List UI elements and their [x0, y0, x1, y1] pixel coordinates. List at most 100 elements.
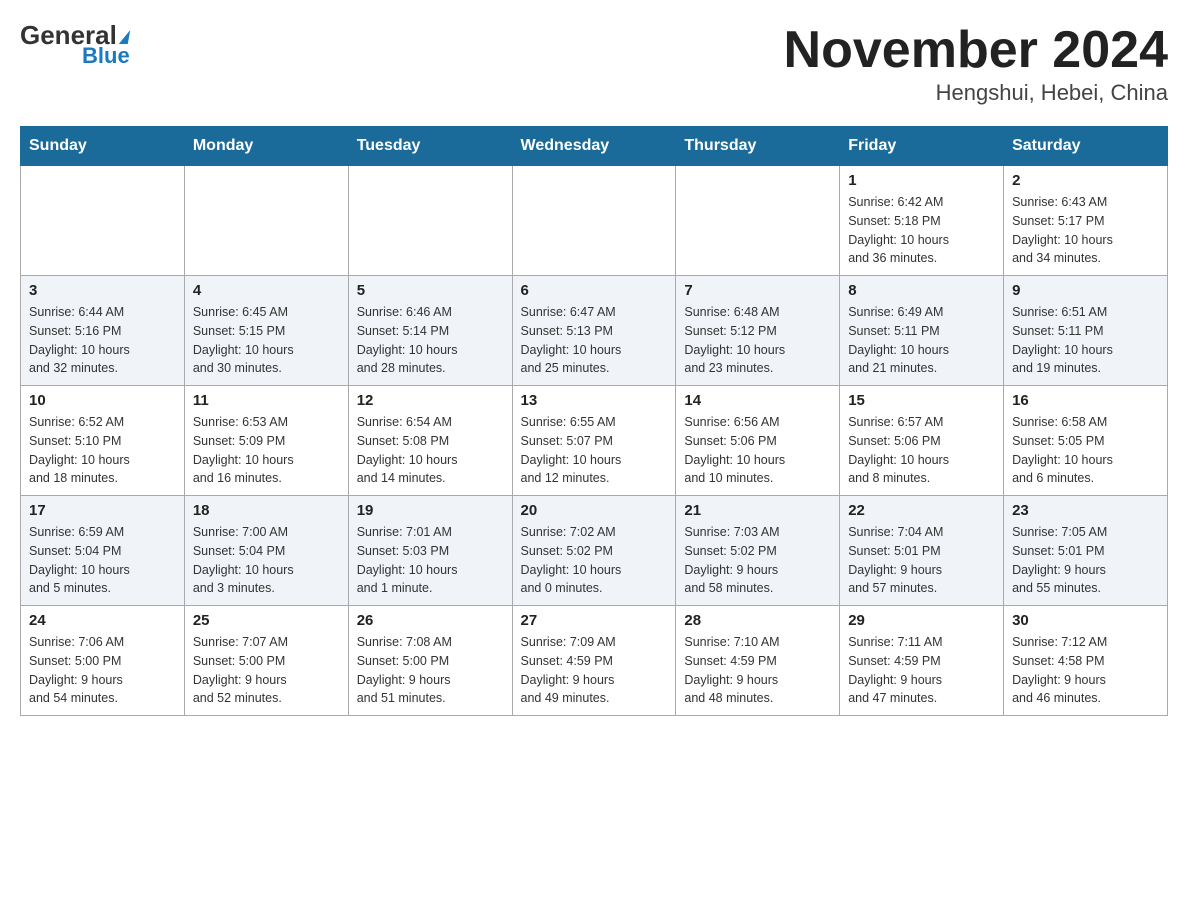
day-number: 30	[1012, 612, 1159, 629]
day-info: Sunrise: 6:53 AMSunset: 5:09 PMDaylight:…	[193, 413, 340, 488]
day-number: 3	[29, 282, 176, 299]
calendar-cell	[676, 166, 840, 276]
day-number: 28	[684, 612, 831, 629]
calendar-cell: 13 Sunrise: 6:55 AMSunset: 5:07 PMDayligh…	[512, 386, 676, 496]
weekday-header-saturday: Saturday	[1004, 127, 1168, 166]
calendar-cell: 25 Sunrise: 7:07 AMSunset: 5:00 PMDayligh…	[184, 606, 348, 716]
calendar-cell: 9 Sunrise: 6:51 AMSunset: 5:11 PMDaylight…	[1004, 276, 1168, 386]
day-info: Sunrise: 6:45 AMSunset: 5:15 PMDaylight:…	[193, 303, 340, 378]
day-number: 22	[848, 502, 995, 519]
calendar-cell: 27 Sunrise: 7:09 AMSunset: 4:59 PMDayligh…	[512, 606, 676, 716]
calendar-cell: 11 Sunrise: 6:53 AMSunset: 5:09 PMDayligh…	[184, 386, 348, 496]
day-info: Sunrise: 7:02 AMSunset: 5:02 PMDaylight:…	[521, 523, 668, 598]
day-number: 13	[521, 392, 668, 409]
day-info: Sunrise: 6:56 AMSunset: 5:06 PMDaylight:…	[684, 413, 831, 488]
logo-blue-text: Blue	[82, 43, 130, 69]
day-number: 26	[357, 612, 504, 629]
calendar-cell: 24 Sunrise: 7:06 AMSunset: 5:00 PMDayligh…	[21, 606, 185, 716]
day-info: Sunrise: 7:10 AMSunset: 4:59 PMDaylight:…	[684, 633, 831, 708]
day-info: Sunrise: 6:47 AMSunset: 5:13 PMDaylight:…	[521, 303, 668, 378]
location-text: Hengshui, Hebei, China	[784, 80, 1168, 106]
weekday-header-row: SundayMondayTuesdayWednesdayThursdayFrid…	[21, 127, 1168, 166]
day-info: Sunrise: 6:49 AMSunset: 5:11 PMDaylight:…	[848, 303, 995, 378]
calendar-cell: 18Sunrise: 7:00 AMSunset: 5:04 PMDayligh…	[184, 496, 348, 606]
day-number: 29	[848, 612, 995, 629]
page-header: General Blue November 2024 Hengshui, Heb…	[20, 20, 1168, 106]
day-info: Sunrise: 7:07 AMSunset: 5:00 PMDaylight:…	[193, 633, 340, 708]
day-info: Sunrise: 7:09 AMSunset: 4:59 PMDaylight:…	[521, 633, 668, 708]
calendar-cell: 2 Sunrise: 6:43 AMSunset: 5:17 PMDaylight…	[1004, 166, 1168, 276]
calendar-cell: 21 Sunrise: 7:03 AMSunset: 5:02 PMDayligh…	[676, 496, 840, 606]
calendar-cell: 22 Sunrise: 7:04 AMSunset: 5:01 PMDayligh…	[840, 496, 1004, 606]
calendar-cell: 17 Sunrise: 6:59 AMSunset: 5:04 PMDayligh…	[21, 496, 185, 606]
week-row-1: 1 Sunrise: 6:42 AMSunset: 5:18 PMDaylight…	[21, 166, 1168, 276]
day-number: 21	[684, 502, 831, 519]
week-row-2: 3 Sunrise: 6:44 AMSunset: 5:16 PMDaylight…	[21, 276, 1168, 386]
day-number: 18	[193, 502, 340, 519]
day-number: 11	[193, 392, 340, 409]
calendar-cell: 1 Sunrise: 6:42 AMSunset: 5:18 PMDaylight…	[840, 166, 1004, 276]
day-number: 23	[1012, 502, 1159, 519]
day-info: Sunrise: 7:01 AMSunset: 5:03 PMDaylight:…	[357, 523, 504, 598]
day-number: 7	[684, 282, 831, 299]
day-number: 9	[1012, 282, 1159, 299]
calendar-cell: 19Sunrise: 7:01 AMSunset: 5:03 PMDayligh…	[348, 496, 512, 606]
week-row-5: 24 Sunrise: 7:06 AMSunset: 5:00 PMDayligh…	[21, 606, 1168, 716]
calendar-cell: 3 Sunrise: 6:44 AMSunset: 5:16 PMDaylight…	[21, 276, 185, 386]
day-info: Sunrise: 7:03 AMSunset: 5:02 PMDaylight:…	[684, 523, 831, 598]
day-number: 12	[357, 392, 504, 409]
calendar-cell	[348, 166, 512, 276]
day-number: 10	[29, 392, 176, 409]
calendar-cell: 10 Sunrise: 6:52 AMSunset: 5:10 PMDayligh…	[21, 386, 185, 496]
weekday-header-monday: Monday	[184, 127, 348, 166]
day-info: Sunrise: 7:11 AMSunset: 4:59 PMDaylight:…	[848, 633, 995, 708]
day-info: Sunrise: 7:04 AMSunset: 5:01 PMDaylight:…	[848, 523, 995, 598]
calendar-cell	[21, 166, 185, 276]
weekday-header-thursday: Thursday	[676, 127, 840, 166]
calendar-cell	[512, 166, 676, 276]
calendar-cell: 15Sunrise: 6:57 AMSunset: 5:06 PMDayligh…	[840, 386, 1004, 496]
day-info: Sunrise: 6:46 AMSunset: 5:14 PMDaylight:…	[357, 303, 504, 378]
calendar-cell: 7 Sunrise: 6:48 AMSunset: 5:12 PMDaylight…	[676, 276, 840, 386]
day-info: Sunrise: 6:43 AMSunset: 5:17 PMDaylight:…	[1012, 193, 1159, 268]
logo: General Blue	[20, 20, 130, 69]
title-section: November 2024 Hengshui, Hebei, China	[784, 20, 1168, 106]
weekday-header-sunday: Sunday	[21, 127, 185, 166]
day-number: 20	[521, 502, 668, 519]
day-number: 8	[848, 282, 995, 299]
day-info: Sunrise: 7:05 AMSunset: 5:01 PMDaylight:…	[1012, 523, 1159, 598]
calendar-cell: 20 Sunrise: 7:02 AMSunset: 5:02 PMDayligh…	[512, 496, 676, 606]
day-info: Sunrise: 6:58 AMSunset: 5:05 PMDaylight:…	[1012, 413, 1159, 488]
day-info: Sunrise: 7:06 AMSunset: 5:00 PMDaylight:…	[29, 633, 176, 708]
day-number: 2	[1012, 172, 1159, 189]
day-number: 27	[521, 612, 668, 629]
calendar-table: SundayMondayTuesdayWednesdayThursdayFrid…	[20, 126, 1168, 716]
day-number: 1	[848, 172, 995, 189]
calendar-cell: 8 Sunrise: 6:49 AMSunset: 5:11 PMDaylight…	[840, 276, 1004, 386]
day-info: Sunrise: 6:42 AMSunset: 5:18 PMDaylight:…	[848, 193, 995, 268]
day-number: 4	[193, 282, 340, 299]
day-number: 17	[29, 502, 176, 519]
day-number: 24	[29, 612, 176, 629]
calendar-cell: 6Sunrise: 6:47 AMSunset: 5:13 PMDaylight…	[512, 276, 676, 386]
day-info: Sunrise: 7:08 AMSunset: 5:00 PMDaylight:…	[357, 633, 504, 708]
day-info: Sunrise: 6:48 AMSunset: 5:12 PMDaylight:…	[684, 303, 831, 378]
day-number: 25	[193, 612, 340, 629]
day-info: Sunrise: 6:57 AMSunset: 5:06 PMDaylight:…	[848, 413, 995, 488]
day-info: Sunrise: 6:52 AMSunset: 5:10 PMDaylight:…	[29, 413, 176, 488]
day-info: Sunrise: 6:55 AMSunset: 5:07 PMDaylight:…	[521, 413, 668, 488]
calendar-cell: 16Sunrise: 6:58 AMSunset: 5:05 PMDayligh…	[1004, 386, 1168, 496]
month-title: November 2024	[784, 20, 1168, 80]
calendar-cell: 5Sunrise: 6:46 AMSunset: 5:14 PMDaylight…	[348, 276, 512, 386]
weekday-header-wednesday: Wednesday	[512, 127, 676, 166]
calendar-cell: 29 Sunrise: 7:11 AMSunset: 4:59 PMDayligh…	[840, 606, 1004, 716]
week-row-3: 10 Sunrise: 6:52 AMSunset: 5:10 PMDayligh…	[21, 386, 1168, 496]
calendar-cell	[184, 166, 348, 276]
day-number: 14	[684, 392, 831, 409]
calendar-cell: 14 Sunrise: 6:56 AMSunset: 5:06 PMDayligh…	[676, 386, 840, 496]
day-info: Sunrise: 6:44 AMSunset: 5:16 PMDaylight:…	[29, 303, 176, 378]
day-info: Sunrise: 6:51 AMSunset: 5:11 PMDaylight:…	[1012, 303, 1159, 378]
weekday-header-tuesday: Tuesday	[348, 127, 512, 166]
day-info: Sunrise: 6:59 AMSunset: 5:04 PMDaylight:…	[29, 523, 176, 598]
calendar-cell: 28 Sunrise: 7:10 AMSunset: 4:59 PMDayligh…	[676, 606, 840, 716]
